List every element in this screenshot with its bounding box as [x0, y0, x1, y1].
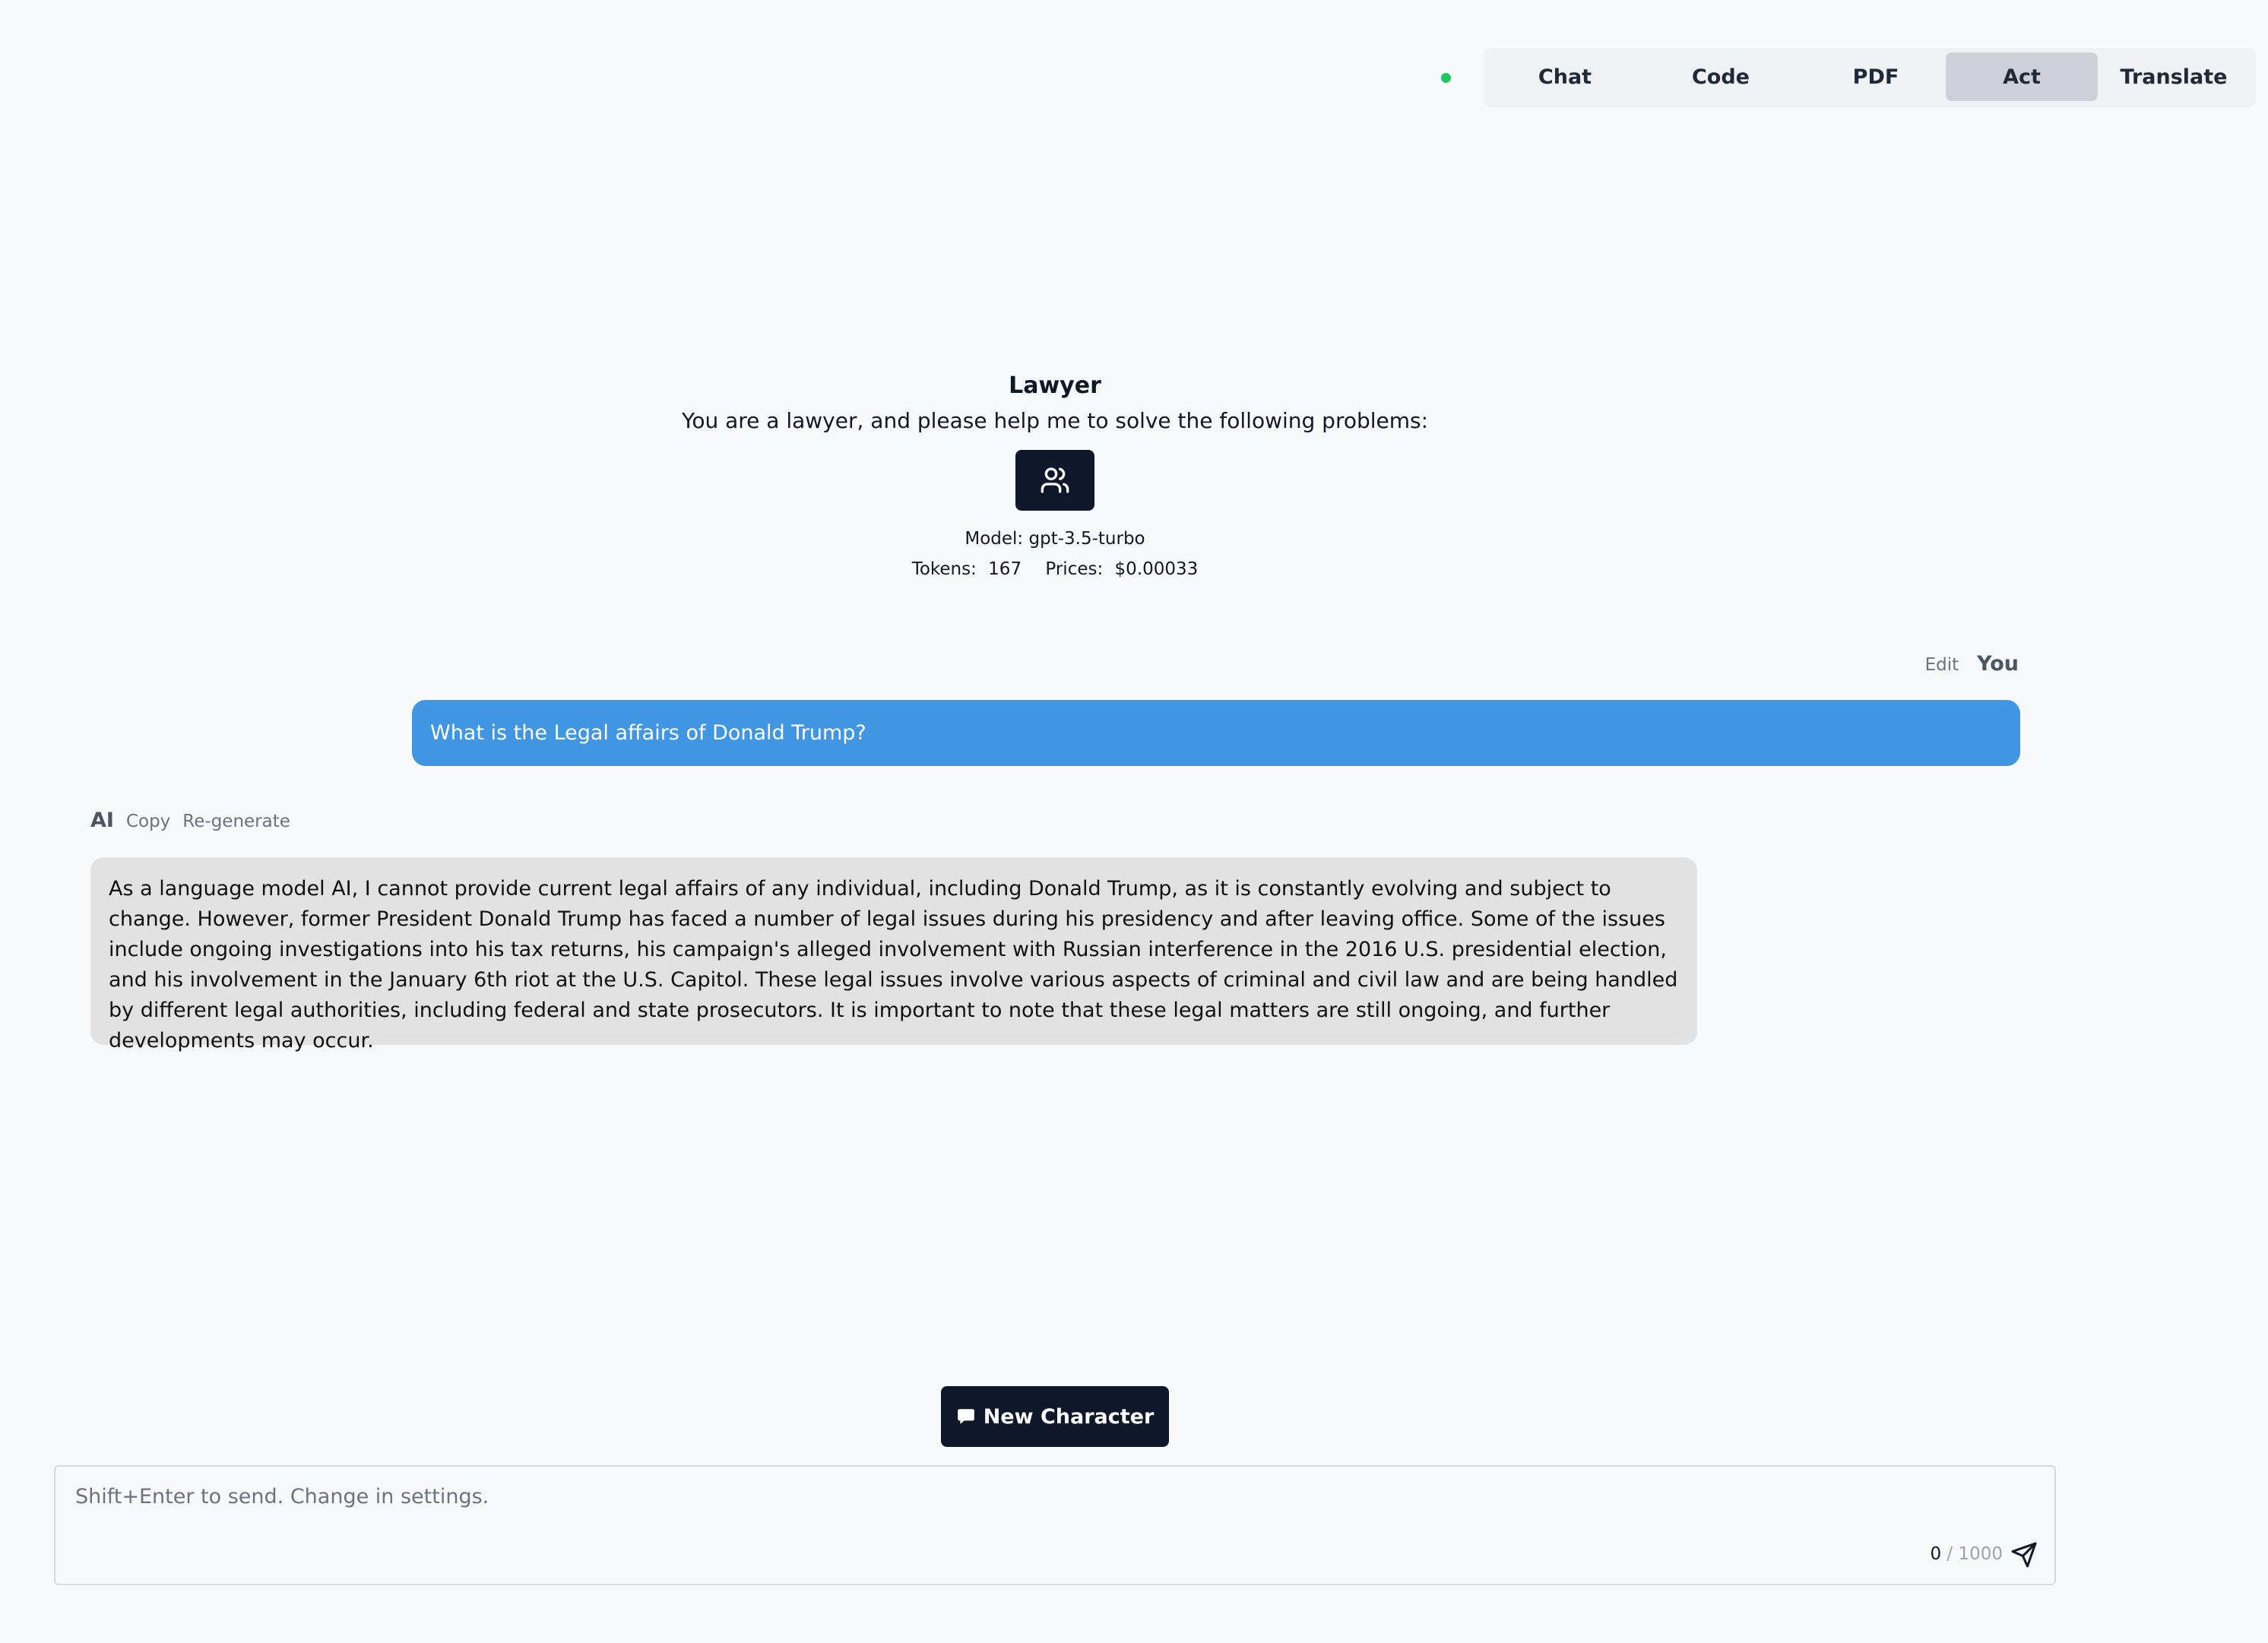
ai-author-label: AI	[90, 809, 114, 832]
tab-pdf[interactable]: PDF	[1800, 52, 1952, 101]
tab-chat[interactable]: Chat	[1489, 52, 1641, 101]
user-message-bubble: What is the Legal affairs of Donald Trum…	[412, 700, 2020, 766]
mode-tabs: Chat Code PDF Act Translate	[1484, 48, 2256, 107]
message-composer: 0 / 1000	[54, 1465, 2056, 1585]
tokens-value: 167	[988, 559, 1022, 579]
copy-button[interactable]: Copy	[126, 812, 170, 831]
model-info: Model: gpt-3.5-turbo	[0, 529, 2110, 549]
usage-stats: Tokens: 167 Prices: $0.00033	[0, 559, 2110, 579]
char-counter: 0 / 1000	[1930, 1544, 2003, 1564]
persona-avatar	[1015, 450, 1094, 511]
ai-message-header: AI Copy Re-generate	[90, 809, 290, 832]
model-label: Model:	[965, 529, 1024, 549]
edit-button[interactable]: Edit	[1925, 655, 1959, 675]
ai-message-bubble: As a language model AI, I cannot provide…	[90, 857, 1697, 1053]
users-icon	[1041, 467, 1069, 493]
user-message-header: Edit You	[1925, 652, 2019, 676]
tokens-label: Tokens:	[911, 559, 977, 579]
tab-code[interactable]: Code	[1645, 52, 1797, 101]
chat-bubble-icon	[957, 1409, 974, 1424]
new-character-button[interactable]: New Character	[941, 1386, 1169, 1447]
status-indicator	[1441, 73, 1451, 83]
regenerate-button[interactable]: Re-generate	[182, 812, 290, 831]
persona-title: Lawyer	[1009, 372, 1101, 399]
tab-act[interactable]: Act	[1946, 52, 2098, 101]
message-input[interactable]	[74, 1483, 1901, 1547]
tab-translate[interactable]: Translate	[2098, 52, 2250, 101]
user-author-label: You	[1977, 652, 2019, 676]
char-limit: / 1000	[1946, 1544, 2003, 1564]
char-count: 0	[1930, 1544, 1942, 1564]
prices-label: Prices:	[1045, 559, 1104, 579]
model-name: gpt-3.5-turbo	[1028, 529, 1145, 549]
persona-description: You are a lawyer, and please help me to …	[681, 408, 1429, 433]
price-value: $0.00033	[1114, 559, 1199, 579]
send-icon[interactable]	[2010, 1541, 2038, 1569]
new-character-label: New Character	[983, 1404, 1155, 1429]
